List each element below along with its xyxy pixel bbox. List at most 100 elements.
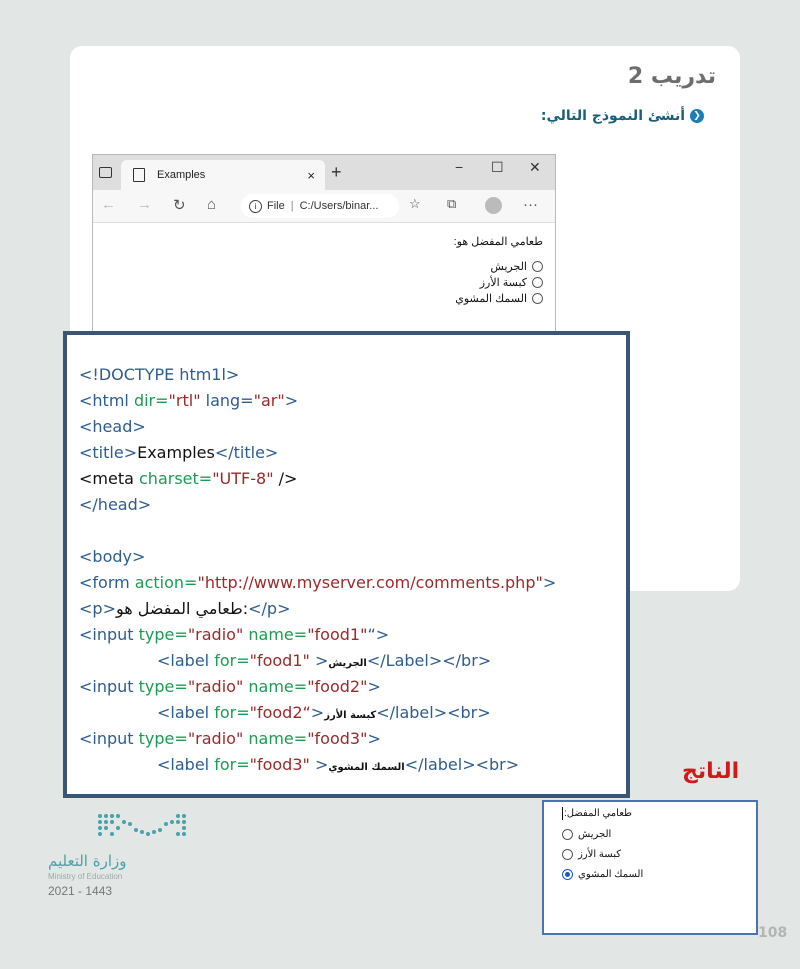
code-token: <input: [79, 677, 139, 696]
code-token: </label><br>: [376, 703, 491, 722]
result-radio-option[interactable]: كبسة الأرز: [562, 849, 752, 860]
text-caret: [562, 807, 563, 820]
code-token: </p>: [248, 599, 291, 618]
radio-label: الجريش: [578, 829, 612, 840]
favorites-star-icon[interactable]: ☆: [409, 196, 421, 212]
radio-button[interactable]: [532, 293, 543, 304]
ministry-logo: وزارة التعليم Ministry of Education 2021…: [48, 810, 208, 910]
code-line: <input type="radio" name="food1"“>: [79, 625, 389, 645]
result-form: طعامي المفضل: الجريش كبسة الأرز السمك ال…: [562, 807, 752, 889]
code-token: كبسة الأرز: [324, 710, 377, 721]
code-line: <label for="food2“>كبسة الأرز</label><br…: [157, 703, 491, 726]
more-menu-icon[interactable]: ···: [523, 196, 538, 213]
profile-avatar[interactable]: [485, 197, 502, 214]
instruction-text: أنشئ النموذج التالي:: [540, 108, 685, 124]
code-token: Examples: [137, 443, 215, 462]
code-line: <form action="http://www.myserver.com/co…: [79, 573, 556, 593]
code-token: <p>: [79, 599, 116, 618]
minimize-icon[interactable]: −: [455, 159, 463, 175]
code-token: طعامي المفضل هو:: [115, 599, 249, 618]
address-separator: |: [290, 200, 294, 212]
code-line: </head>: [79, 495, 152, 514]
close-window-icon[interactable]: ✕: [529, 159, 541, 176]
result-radio-option[interactable]: الجريش: [562, 829, 752, 840]
code-token: "food3": [307, 729, 368, 748]
code-token: "http://www.myserver.com/comments.php": [197, 573, 543, 592]
code-token: السمك المشوي: [328, 762, 405, 773]
code-token: />: [273, 469, 298, 488]
address-bar[interactable]: i File | C:/Users/binar...: [241, 194, 399, 218]
code-token: lang=: [200, 391, 254, 410]
maximize-icon[interactable]: ☐: [491, 159, 504, 176]
code-listing: <!DOCTYPE htm1l> <html dir="rtl" lang="a…: [63, 331, 630, 798]
radio-button[interactable]: [562, 849, 573, 860]
address-scheme: File: [267, 200, 285, 212]
code-line: <meta charset="UTF-8" />: [79, 469, 297, 489]
code-line: <head>: [79, 417, 146, 436]
code-line: <input type="radio" name="food3">: [79, 729, 381, 749]
code-token: "food3": [249, 755, 310, 774]
radio-button[interactable]: [532, 261, 543, 272]
browser-toolbar: ← → ↻ ⌂ i File | C:/Users/binar... ☆ ⧉ ·…: [93, 190, 555, 223]
code-line: <input type="radio" name="food2">: [79, 677, 381, 697]
radio-option[interactable]: كبسة الأرز: [93, 276, 543, 289]
code-token: "food2": [307, 677, 368, 696]
code-token: >: [309, 755, 329, 774]
radio-button[interactable]: [532, 277, 543, 288]
code-token: >: [367, 677, 381, 696]
code-token: </label><br>: [404, 755, 520, 774]
radio-label: السمك المشوي: [455, 293, 527, 305]
result-label: الناتج: [682, 759, 740, 784]
radio-label: السمك المشوي: [578, 869, 644, 880]
home-icon[interactable]: ⌂: [207, 196, 216, 213]
code-token: <label: [157, 703, 215, 722]
radio-option[interactable]: الجريش: [93, 260, 543, 273]
radio-button-selected[interactable]: [562, 869, 573, 880]
code-token: dir=: [133, 391, 169, 410]
code-token: type=: [138, 625, 188, 644]
tab-close-icon[interactable]: ×: [307, 168, 315, 183]
collections-icon[interactable]: ⧉: [447, 196, 456, 212]
code-token: "food1": [307, 625, 368, 644]
code-token: for=: [214, 651, 250, 670]
code-line: <title>Examples</title>: [79, 443, 278, 463]
code-token: </Label></br>: [366, 651, 492, 670]
code-token: "ar": [253, 391, 285, 410]
ministry-name-ar: وزارة التعليم: [48, 852, 127, 870]
code-token: "food2“: [249, 703, 311, 722]
code-token: >: [542, 573, 557, 592]
code-token: >: [309, 651, 329, 670]
code-token: >: [367, 729, 381, 748]
code-token: <form: [79, 573, 135, 592]
code-token: >: [310, 703, 325, 722]
back-icon[interactable]: ←: [101, 196, 116, 213]
exercise-title: تدريب 2: [627, 64, 716, 89]
page-icon: [133, 168, 145, 182]
code-line: <html dir="rtl" lang="ar">: [79, 391, 298, 411]
radio-label: كبسة الأرز: [479, 277, 527, 289]
result-preview: طعامي المفضل: الجريش كبسة الأرز السمك ال…: [542, 800, 758, 935]
new-tab-icon[interactable]: +: [331, 162, 342, 183]
code-token: <title>: [79, 443, 138, 462]
info-icon[interactable]: i: [249, 199, 262, 213]
result-heading: طعامي المفضل:: [562, 807, 752, 820]
browser-tab[interactable]: Examples ×: [121, 160, 325, 190]
code-token: name=: [243, 729, 308, 748]
code-token: "radio": [187, 677, 244, 696]
form-heading: طعامي المفضل هو:: [453, 236, 543, 248]
window-menu-icon[interactable]: [99, 167, 112, 178]
forward-icon[interactable]: →: [137, 196, 152, 213]
radio-label: كبسة الأرز: [578, 849, 621, 860]
result-heading-text: طعامي المفضل:: [564, 808, 632, 819]
code-line: <label for="food1" >الجريش</Label></br>: [157, 651, 491, 674]
radio-option[interactable]: السمك المشوي: [93, 292, 543, 305]
refresh-icon[interactable]: ↻: [173, 196, 186, 214]
code-token: type=: [138, 677, 188, 696]
code-token: <meta: [79, 469, 139, 488]
code-token: “>: [367, 625, 390, 644]
radio-button[interactable]: [562, 829, 573, 840]
browser-tab-bar: Examples × + − ☐ ✕: [93, 155, 555, 190]
tab-title: Examples: [157, 169, 206, 181]
code-token: </title>: [214, 443, 279, 462]
result-radio-option[interactable]: السمك المشوي: [562, 869, 752, 880]
